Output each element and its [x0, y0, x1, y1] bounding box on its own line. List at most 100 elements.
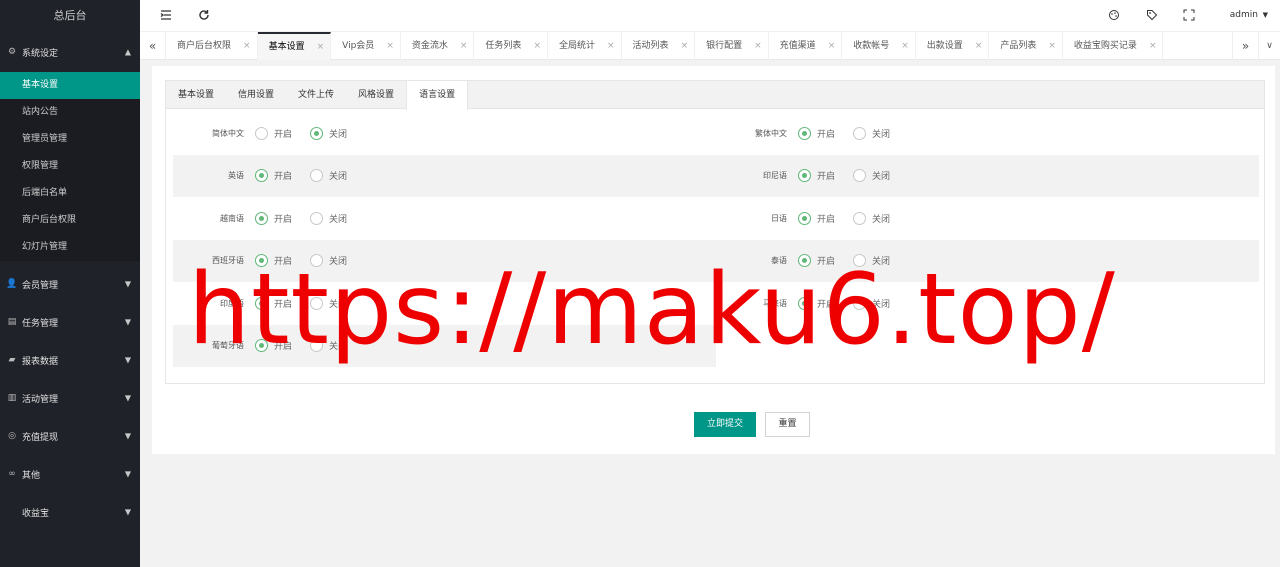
radio-circle[interactable] — [853, 296, 866, 310]
close-icon[interactable]: × — [243, 32, 251, 60]
radio-circle[interactable] — [255, 296, 268, 310]
sidebar-group[interactable]: ◎ 充值提现 ▼ — [0, 417, 140, 455]
sidebar-item[interactable]: 基本设置 — [0, 72, 140, 99]
radio-enable[interactable]: 开启 — [255, 339, 292, 352]
sidebar-item[interactable]: 权限管理 — [0, 153, 140, 180]
radio-circle[interactable] — [310, 169, 323, 182]
radio-enable[interactable]: 开启 — [255, 211, 292, 225]
radio-circle[interactable] — [798, 296, 811, 310]
sidebar-item[interactable]: 幻灯片管理 — [0, 234, 140, 261]
radio-disable[interactable]: 关闭 — [853, 211, 890, 225]
radio-disable[interactable]: 关闭 — [310, 296, 347, 310]
radio-enable[interactable]: 开启 — [798, 126, 835, 140]
radio-circle[interactable] — [853, 211, 866, 225]
radio-circle[interactable] — [255, 254, 268, 267]
sidebar-group[interactable]: ▤ 任务管理 ▼ — [0, 303, 140, 341]
radio-disable[interactable]: 关闭 — [853, 296, 890, 310]
radio-enable[interactable]: 开启 — [798, 254, 835, 267]
radio-disable[interactable]: 关闭 — [853, 254, 890, 267]
sidebar-group[interactable]: 👤 会员管理 ▼ — [0, 265, 140, 303]
sidebar-item[interactable]: 管理员管理 — [0, 126, 140, 153]
close-icon[interactable]: × — [386, 32, 394, 60]
page-tab[interactable]: 基本设置 × — [257, 32, 332, 60]
close-icon[interactable]: × — [533, 32, 541, 60]
fullscreen-icon[interactable] — [1183, 9, 1195, 24]
tabs-dropdown-icon[interactable]: ∨ — [1258, 32, 1280, 60]
page-tab[interactable]: 收款帐号 × — [842, 32, 916, 60]
sidebar-item[interactable]: 后端白名单 — [0, 180, 140, 207]
close-icon[interactable]: × — [317, 34, 325, 60]
reset-button[interactable]: 重置 — [765, 412, 810, 437]
settings-tab[interactable]: 风格设置 — [346, 81, 406, 109]
sidebar-group[interactable]: ∞ 其他 ▼ — [0, 455, 140, 493]
radio-circle[interactable] — [255, 126, 268, 140]
radio-enable[interactable]: 开启 — [798, 211, 835, 225]
page-tab[interactable]: 全局统计 × — [548, 32, 622, 60]
theme-icon[interactable] — [1108, 9, 1120, 24]
page-tab[interactable]: 活动列表 × — [622, 32, 696, 60]
radio-disable[interactable]: 关闭 — [853, 126, 890, 140]
page-tab[interactable]: 产品列表 × — [989, 32, 1063, 60]
radio-circle[interactable] — [798, 126, 811, 140]
radio-circle[interactable] — [853, 126, 866, 140]
radio-disable[interactable]: 关闭 — [310, 211, 347, 225]
radio-enable[interactable]: 开启 — [798, 169, 835, 182]
radio-disable[interactable]: 关闭 — [310, 254, 347, 267]
admin-user-menu[interactable]: admin — [1230, 10, 1258, 20]
radio-disable[interactable]: 关闭 — [310, 126, 347, 140]
menu-collapse-icon[interactable] — [160, 9, 172, 24]
page-tab[interactable]: 银行配置 × — [695, 32, 769, 60]
settings-tab[interactable]: 文件上传 — [286, 81, 346, 109]
radio-circle[interactable] — [798, 169, 811, 182]
radio-enable[interactable]: 开启 — [255, 254, 292, 267]
radio-enable[interactable]: 开启 — [798, 296, 835, 310]
radio-enable[interactable]: 开启 — [255, 126, 292, 140]
tabs-scroll-left-icon[interactable]: « — [140, 32, 166, 60]
sidebar-group[interactable]: ▥ 活动管理 ▼ — [0, 379, 140, 417]
page-tab[interactable]: 收益宝购买记录 × — [1063, 32, 1164, 60]
page-tab[interactable]: 商户后台权限 × — [166, 32, 258, 60]
submit-button[interactable]: 立即提交 — [694, 412, 756, 437]
close-icon[interactable]: × — [460, 32, 468, 60]
tabs-scroll-right-icon[interactable]: » — [1232, 32, 1258, 60]
radio-circle[interactable] — [255, 211, 268, 225]
sidebar-item[interactable]: 站内公告 — [0, 99, 140, 126]
radio-enable[interactable]: 开启 — [255, 296, 292, 310]
sidebar-item[interactable]: 商户后台权限 — [0, 207, 140, 234]
settings-tab[interactable]: 语言设置 — [406, 81, 469, 110]
radio-circle[interactable] — [255, 339, 268, 352]
radio-circle[interactable] — [798, 211, 811, 225]
radio-disable[interactable]: 关闭 — [310, 169, 347, 182]
sidebar-group[interactable]: ▰ 报表数据 ▼ — [0, 341, 140, 379]
radio-circle[interactable] — [310, 296, 323, 310]
radio-enable[interactable]: 开启 — [255, 169, 292, 182]
close-icon[interactable]: × — [901, 32, 909, 60]
radio-circle[interactable] — [853, 169, 866, 182]
close-icon[interactable]: × — [828, 32, 836, 60]
close-icon[interactable]: × — [607, 32, 615, 60]
radio-circle[interactable] — [853, 254, 866, 267]
close-icon[interactable]: × — [1048, 32, 1056, 60]
page-tab[interactable]: 资金流水 × — [401, 32, 475, 60]
close-icon[interactable]: × — [1149, 32, 1157, 60]
settings-tab[interactable]: 信用设置 — [226, 81, 286, 109]
radio-circle[interactable] — [798, 254, 811, 267]
settings-tab[interactable]: 基本设置 — [166, 81, 226, 109]
close-icon[interactable]: × — [975, 32, 983, 60]
radio-circle[interactable] — [255, 169, 268, 182]
close-icon[interactable]: × — [681, 32, 689, 60]
page-tab[interactable]: Vip会员 × — [331, 32, 401, 60]
radio-circle[interactable] — [310, 126, 323, 140]
close-icon[interactable]: × — [754, 32, 762, 60]
radio-disable[interactable]: 关闭 — [853, 169, 890, 182]
radio-circle[interactable] — [310, 254, 323, 267]
page-tab[interactable]: 任务列表 × — [474, 32, 548, 60]
tag-icon[interactable] — [1146, 9, 1158, 24]
sidebar-group-system[interactable]: ⚙ 系统设定 ▲ — [0, 32, 140, 72]
sidebar-group[interactable]: 收益宝 ▼ — [0, 493, 140, 531]
refresh-icon[interactable] — [198, 9, 210, 24]
page-tab[interactable]: 充值渠道 × — [769, 32, 843, 60]
radio-circle[interactable] — [310, 211, 323, 225]
radio-disable[interactable]: 关闭 — [310, 339, 347, 352]
radio-circle[interactable] — [310, 339, 323, 352]
